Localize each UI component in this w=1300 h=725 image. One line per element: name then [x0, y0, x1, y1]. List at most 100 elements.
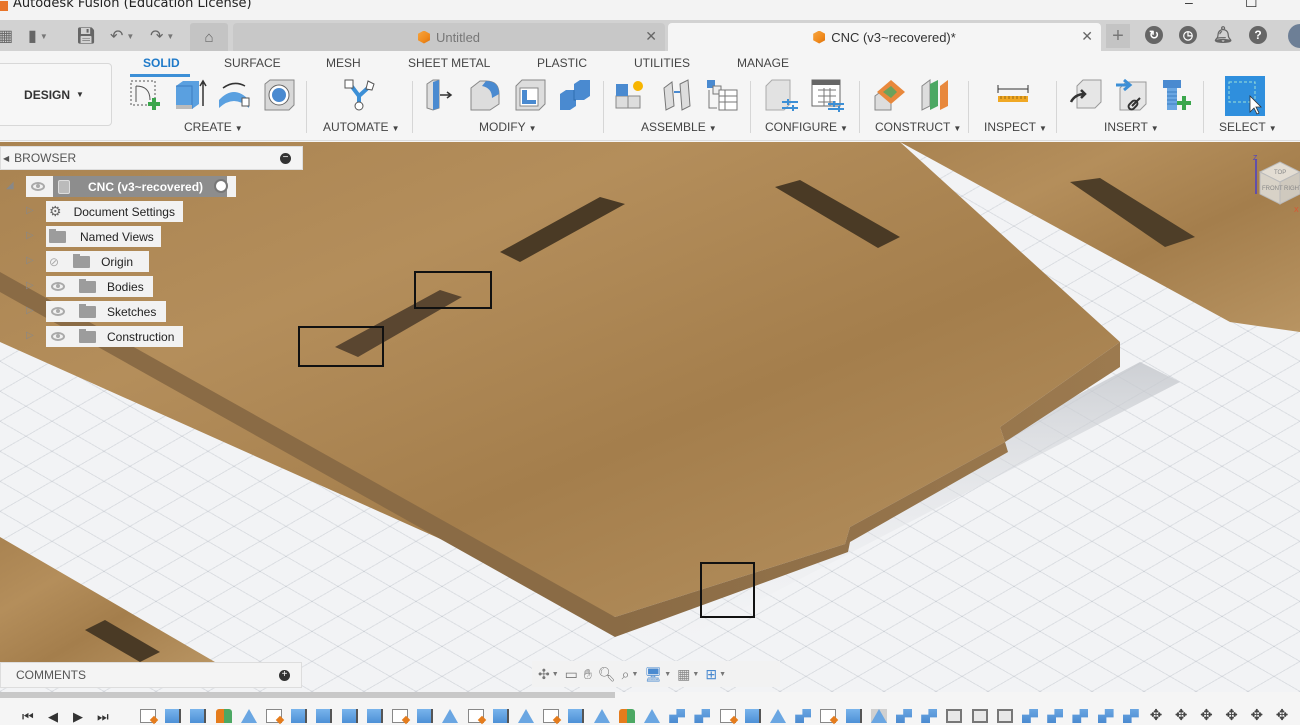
- timeline-feature-extrude[interactable]: [316, 709, 333, 723]
- timeline-feature-combine[interactable]: [1097, 709, 1114, 723]
- fit-icon[interactable]: ⌕: [622, 666, 630, 683]
- timeline-feature-sketch[interactable]: [266, 709, 282, 723]
- collapse-icon[interactable]: ◀: [3, 154, 9, 163]
- bill-of-materials-icon[interactable]: [705, 78, 739, 112]
- visibility-eye-icon[interactable]: [51, 307, 65, 316]
- timeline-feature-move[interactable]: ✥: [1173, 706, 1189, 724]
- workspace-switcher[interactable]: DESIGN ▼: [0, 63, 112, 126]
- create-menu[interactable]: CREATE ▼: [184, 120, 243, 134]
- 3d-viewport-canvas[interactable]: Z TOP FRONT RIGHT X: [0, 142, 1300, 692]
- insert-linked-icon[interactable]: [1114, 78, 1148, 112]
- activate-radio-icon[interactable]: [214, 179, 228, 193]
- expand-triangle-icon[interactable]: ▷: [26, 230, 34, 241]
- user-avatar[interactable]: [1288, 24, 1300, 48]
- configure-menu[interactable]: CONFIGURE ▼: [765, 120, 848, 134]
- chevron-down-icon[interactable]: ▼: [664, 671, 671, 678]
- automate-menu[interactable]: AUTOMATE ▼: [323, 120, 399, 134]
- timeline-feature-sketch[interactable]: [719, 709, 736, 723]
- insert-derive-icon[interactable]: [1069, 78, 1103, 112]
- timeline-feature-extrude[interactable]: [417, 709, 434, 723]
- expand-triangle-icon[interactable]: ▷: [26, 305, 34, 316]
- timeline-feature-plane[interactable]: [644, 709, 660, 723]
- visibility-eye-icon[interactable]: [51, 282, 65, 291]
- file-menu-button[interactable]: ▮ ▼: [28, 25, 48, 47]
- step-forward-button[interactable]: ⏭: [97, 709, 109, 725]
- maximize-button[interactable]: ☐: [1245, 0, 1258, 11]
- create-sketch-icon[interactable]: [128, 78, 162, 112]
- pan-icon[interactable]: ✋︎: [584, 666, 592, 683]
- window-select-icon[interactable]: [1225, 76, 1265, 116]
- timeline-feature-combine[interactable]: [1047, 709, 1064, 723]
- timeline-feature-shell[interactable]: [946, 709, 963, 723]
- timeline-feature-combine[interactable]: [669, 709, 686, 723]
- tab-cnc[interactable]: CNC (v3~recovered)* ✕: [668, 23, 1101, 51]
- play-button[interactable]: ▶: [73, 709, 83, 725]
- timeline-feature-move[interactable]: ✥: [1148, 706, 1164, 724]
- insert-menu[interactable]: INSERT ▼: [1104, 120, 1159, 134]
- timeline-feature-sketch[interactable]: [467, 709, 484, 723]
- construct-menu[interactable]: CONSTRUCT ▼: [875, 120, 961, 134]
- browser-panel-header[interactable]: ◀ BROWSER −: [0, 146, 303, 170]
- inspect-menu[interactable]: INSPECT ▼: [984, 120, 1047, 134]
- add-comment-icon[interactable]: +: [279, 670, 290, 681]
- timeline-feature-extrude[interactable]: [492, 709, 509, 723]
- modify-menu[interactable]: MODIFY ▼: [479, 120, 537, 134]
- midplane-icon[interactable]: [918, 78, 952, 112]
- minimize-panel-icon[interactable]: −: [280, 153, 291, 164]
- expand-triangle-icon[interactable]: ▷: [26, 330, 34, 341]
- go-to-start-button[interactable]: ⏮: [22, 709, 34, 725]
- timeline-feature-split[interactable]: [618, 709, 635, 723]
- extensions-icon[interactable]: ↻: [1145, 26, 1163, 44]
- timeline-feature-plane[interactable]: [870, 709, 887, 723]
- chevron-down-icon[interactable]: ▼: [692, 671, 699, 678]
- zoom-icon[interactable]: 🔍︎: [598, 666, 616, 683]
- timeline-feature-combine[interactable]: [795, 709, 812, 723]
- tab-untitled[interactable]: Untitled ✕: [233, 23, 665, 51]
- minimize-button[interactable]: –: [1185, 0, 1193, 10]
- assemble-menu[interactable]: ASSEMBLE ▼: [641, 120, 717, 134]
- timeline-feature-sketch[interactable]: [392, 709, 408, 723]
- timeline-feature-combine[interactable]: [921, 709, 938, 723]
- timeline-feature-plane[interactable]: [770, 709, 786, 723]
- insert-fastener-icon[interactable]: [1159, 78, 1193, 112]
- close-icon[interactable]: ✕: [1081, 28, 1093, 45]
- visibility-eye-icon[interactable]: [31, 182, 45, 191]
- tab-plastic[interactable]: PLASTIC: [537, 56, 587, 70]
- timeline-feature-extrude[interactable]: [291, 709, 308, 723]
- viewcube[interactable]: Z TOP FRONT RIGHT X: [1250, 154, 1300, 214]
- timeline-feature-move[interactable]: ✥: [1198, 706, 1214, 724]
- shell-icon[interactable]: [513, 78, 547, 112]
- timeline-feature-combine[interactable]: [1022, 709, 1038, 723]
- undo-button[interactable]: ↶ ▼: [110, 25, 134, 47]
- joint-icon[interactable]: [660, 78, 694, 112]
- select-menu[interactable]: SELECT ▼: [1219, 120, 1277, 134]
- timeline-feature-extrude[interactable]: [366, 709, 383, 723]
- redo-button[interactable]: ↷ ▼: [150, 25, 174, 47]
- timeline-feature-sketch[interactable]: [820, 709, 837, 723]
- timeline-feature-extrude[interactable]: [845, 709, 862, 723]
- timeline-feature-plane[interactable]: [240, 709, 257, 723]
- orbit-icon[interactable]: ✣: [538, 666, 550, 683]
- notifications-icon[interactable]: 🔔︎: [1213, 26, 1233, 44]
- timeline-feature-sketch[interactable]: [543, 709, 560, 723]
- grid-settings-icon[interactable]: ▦: [677, 666, 690, 683]
- timeline-feature-move[interactable]: ✥: [1274, 706, 1290, 724]
- measure-icon[interactable]: [996, 78, 1030, 112]
- timeline-feature-split[interactable]: [215, 709, 232, 723]
- timeline-feature-move[interactable]: ✥: [1224, 706, 1240, 724]
- timeline-feature-plane[interactable]: [442, 709, 459, 723]
- combine-icon[interactable]: [558, 78, 592, 112]
- expand-triangle-icon[interactable]: ▷: [26, 205, 34, 216]
- grid-menu-icon[interactable]: ▦: [0, 25, 13, 47]
- configuration-table-icon[interactable]: [810, 78, 844, 112]
- timeline-feature-combine[interactable]: [896, 709, 912, 723]
- new-tab-button[interactable]: +: [1106, 24, 1130, 48]
- display-settings-icon[interactable]: 🖥︎: [644, 666, 662, 683]
- timeline-feature-plane[interactable]: [518, 709, 534, 723]
- timeline-feature-extrude[interactable]: [165, 709, 182, 723]
- configure-model-icon[interactable]: [764, 78, 798, 112]
- timeline-feature-extrude[interactable]: [341, 709, 358, 723]
- job-status-icon[interactable]: ◷: [1179, 26, 1197, 44]
- offset-plane-icon[interactable]: [873, 78, 907, 112]
- close-icon[interactable]: ✕: [645, 28, 657, 45]
